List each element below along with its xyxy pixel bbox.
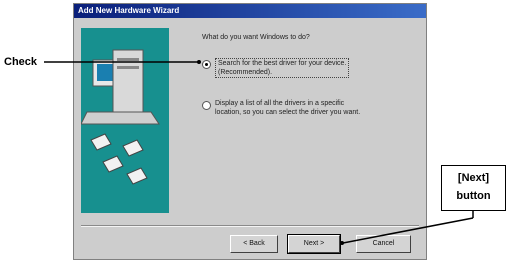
next-button-callout: [Next] button <box>441 165 506 211</box>
next-leader-dot <box>340 241 344 245</box>
check-leader-dot <box>197 60 201 64</box>
check-callout-label: Check <box>4 56 38 68</box>
next-callout-line2: button <box>456 190 491 202</box>
callout-leader-lines <box>44 60 474 245</box>
next-callout-line1: [Next] <box>457 172 490 184</box>
next-leader-line <box>342 217 474 244</box>
